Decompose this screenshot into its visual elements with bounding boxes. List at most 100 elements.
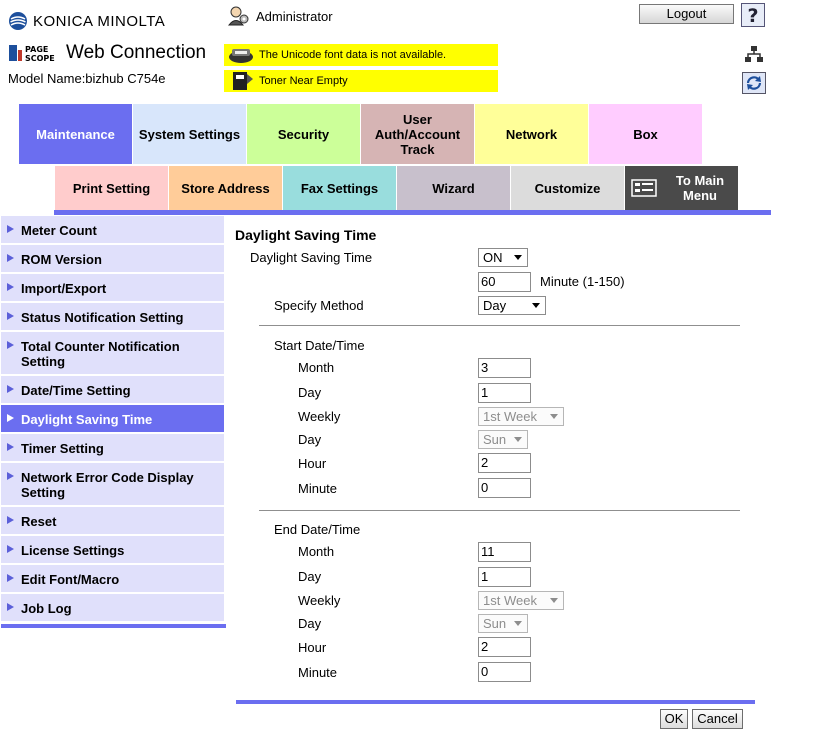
chevron-down-icon: [550, 414, 558, 419]
end-hour-label: Hour: [298, 640, 327, 655]
refresh-icon[interactable]: [742, 72, 766, 94]
sidebar-item-import-export[interactable]: Import/Export: [1, 274, 224, 303]
start-month-input[interactable]: 3: [478, 358, 531, 378]
end-hour-input[interactable]: 2: [478, 637, 531, 657]
nav-underline: [54, 210, 771, 215]
end-month-input[interactable]: 11: [478, 542, 531, 562]
arrow-right-icon: [7, 574, 14, 582]
arrow-right-icon: [7, 283, 14, 291]
sidebar-item-total-counter-notification[interactable]: Total Counter Notification Setting: [1, 332, 224, 376]
arrow-right-icon: [7, 254, 14, 262]
cancel-button[interactable]: Cancel: [692, 709, 743, 729]
message-text: Toner Near Empty: [259, 75, 348, 87]
end-minute-label: Minute: [298, 665, 338, 680]
end-heading: End Date/Time: [274, 522, 361, 537]
sidebar-item-label: Date/Time Setting: [21, 383, 131, 398]
tab-wizard[interactable]: Wizard: [397, 166, 510, 210]
sidebar-item-meter-count[interactable]: Meter Count: [1, 216, 224, 245]
sidebar-item-rom-version[interactable]: ROM Version: [1, 245, 224, 274]
start-minute-input[interactable]: 0: [478, 478, 531, 498]
arrow-right-icon: [7, 472, 14, 480]
end-weekly-label: Weekly: [298, 593, 341, 608]
sidebar-item-reset[interactable]: Reset: [1, 507, 224, 536]
sidebar-item-job-log[interactable]: Job Log: [1, 594, 224, 623]
form-bottom-bar: [236, 700, 755, 704]
sidebar-item-timer-setting[interactable]: Timer Setting: [1, 434, 224, 463]
dst-select-value: ON: [483, 250, 503, 265]
brand-name: KONICA MINOLTA: [33, 12, 166, 30]
tab-user-auth[interactable]: User Auth/Account Track: [361, 104, 474, 164]
product-logo: PAGE SCOPE Web Connection: [8, 42, 206, 64]
dst-label: Daylight Saving Time: [250, 250, 373, 265]
chevron-down-icon: [514, 437, 522, 442]
divider: [259, 510, 740, 511]
start-day-input[interactable]: 1: [478, 383, 531, 403]
tab-security[interactable]: Security: [247, 104, 360, 164]
svg-text:PAGE: PAGE: [25, 45, 48, 54]
end-weekly-select[interactable]: 1st Week: [478, 591, 564, 610]
end-weekly-value: 1st Week: [483, 593, 537, 608]
sidebar-item-network-error-code[interactable]: Network Error Code Display Setting: [1, 463, 224, 507]
chevron-down-icon: [514, 621, 522, 626]
sidebar-item-status-notification[interactable]: Status Notification Setting: [1, 303, 224, 332]
message-toner: Toner Near Empty: [224, 70, 498, 92]
start-weekday-label: Day: [298, 432, 322, 447]
globe-logo-icon: [9, 12, 27, 30]
sidebar-bottom-bar: [1, 624, 226, 628]
help-icon[interactable]: ?: [741, 3, 765, 27]
end-minute-input[interactable]: 0: [478, 662, 531, 682]
tab-maintenance[interactable]: Maintenance: [19, 104, 132, 164]
tab-customize[interactable]: Customize: [511, 166, 624, 210]
main-menu-label: To Main Menu: [675, 173, 725, 203]
sidebar-item-daylight-saving-time[interactable]: Daylight Saving Time: [1, 405, 224, 434]
sidebar-item-label: Total Counter Notification Setting: [21, 339, 180, 369]
brand-logo: KONICA MINOLTA: [8, 10, 165, 32]
tab-system-settings[interactable]: System Settings: [133, 104, 246, 164]
tab-box[interactable]: Box: [589, 104, 702, 164]
start-weekday-value: Sun: [483, 432, 507, 447]
sidebar-item-edit-font-macro[interactable]: Edit Font/Macro: [1, 565, 224, 594]
method-select-value: Day: [483, 298, 507, 313]
toner-icon: [233, 72, 253, 90]
start-weekday-select[interactable]: Sun: [478, 430, 528, 449]
start-weekly-select[interactable]: 1st Week: [478, 407, 564, 426]
method-label: Specify Method: [274, 298, 364, 313]
dst-offset-input[interactable]: 60: [478, 272, 531, 292]
arrow-right-icon: [7, 603, 14, 611]
tab-to-main-menu[interactable]: To Main Menu: [625, 166, 738, 210]
method-select[interactable]: Day: [478, 296, 546, 315]
dst-select[interactable]: ON: [478, 248, 528, 267]
end-weekday-select[interactable]: Sun: [478, 614, 528, 633]
product-name: Web Connection: [66, 42, 207, 63]
arrow-right-icon: [7, 312, 14, 320]
tab-print-setting[interactable]: Print Setting: [55, 166, 168, 210]
arrow-right-icon: [7, 341, 14, 349]
sidebar-item-date-time-setting[interactable]: Date/Time Setting: [1, 376, 224, 405]
message-text: The Unicode font data is not available.: [259, 49, 447, 61]
start-weekly-label: Weekly: [298, 409, 341, 424]
sidebar-item-label: Daylight Saving Time: [21, 412, 153, 427]
ok-button[interactable]: OK: [660, 709, 688, 729]
divider: [259, 325, 740, 326]
sidebar-item-label: Job Log: [21, 601, 72, 616]
chevron-down-icon: [514, 255, 522, 260]
network-status-icon[interactable]: [744, 45, 764, 63]
sidebar-item-label: Network Error Code Display Setting: [21, 470, 194, 500]
start-weekly-value: 1st Week: [483, 409, 537, 424]
logout-button[interactable]: Logout: [639, 4, 734, 24]
tab-store-address[interactable]: Store Address: [169, 166, 282, 210]
sidebar-item-license-settings[interactable]: License Settings: [1, 536, 224, 565]
start-hour-label: Hour: [298, 456, 327, 471]
admin-user-icon: [228, 6, 249, 26]
tab-network[interactable]: Network: [475, 104, 588, 164]
chevron-down-icon: [532, 303, 540, 308]
arrow-right-icon: [7, 516, 14, 524]
arrow-right-icon: [7, 545, 14, 553]
start-hour-input[interactable]: 2: [478, 453, 531, 473]
sidebar-item-label: Status Notification Setting: [21, 310, 184, 325]
model-name: Model Name:bizhub C754e: [8, 71, 166, 86]
end-weekday-label: Day: [298, 616, 322, 631]
tab-fax-settings[interactable]: Fax Settings: [283, 166, 396, 210]
end-day-input[interactable]: 1: [478, 567, 531, 587]
user-area: Administrator: [228, 6, 333, 26]
